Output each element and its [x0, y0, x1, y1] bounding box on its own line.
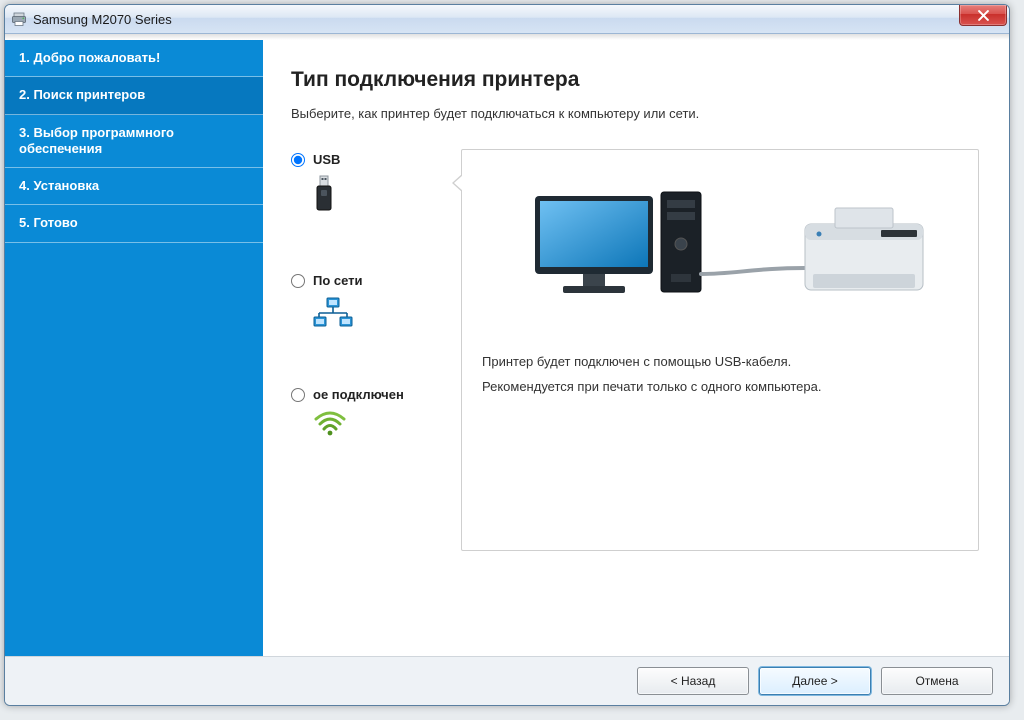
- sidebar-item-search[interactable]: 2. Поиск принтеров: [5, 77, 263, 114]
- window-title: Samsung M2070 Series: [33, 12, 172, 27]
- sidebar-item-label: 2. Поиск принтеров: [19, 87, 145, 102]
- window-controls: [959, 5, 1007, 25]
- preview-line-1: Принтер будет подключен с помощью USB-ка…: [482, 354, 958, 369]
- cancel-button[interactable]: Отмена: [881, 667, 993, 695]
- options-column: USB: [291, 149, 461, 441]
- sidebar: 1. Добро пожаловать! 2. Поиск принтеров …: [5, 40, 263, 656]
- wifi-icon: [313, 410, 347, 441]
- body: 1. Добро пожаловать! 2. Поиск принтеров …: [5, 40, 1009, 656]
- back-button[interactable]: < Назад: [637, 667, 749, 695]
- radio-network[interactable]: [291, 274, 305, 288]
- sidebar-item-label: 4. Установка: [19, 178, 99, 193]
- radio-usb[interactable]: [291, 153, 305, 167]
- titlebar: Samsung M2070 Series: [5, 5, 1009, 34]
- preview-line-2: Рекомендуется при печати только с одного…: [482, 379, 958, 394]
- sidebar-item-software[interactable]: 3. Выбор программного обеспечения: [5, 115, 263, 169]
- network-icon: [313, 297, 353, 332]
- connection-diagram: [482, 168, 958, 328]
- radio-wireless[interactable]: [291, 388, 305, 402]
- option-usb[interactable]: USB: [291, 153, 461, 218]
- preview-description: Принтер будет подключен с помощью USB-ка…: [482, 344, 958, 404]
- option-network-label: По сети: [313, 274, 363, 288]
- sidebar-item-welcome[interactable]: 1. Добро пожаловать!: [5, 40, 263, 77]
- printer-icon: [11, 11, 27, 27]
- option-usb-label: USB: [313, 153, 340, 167]
- options-row: USB: [291, 149, 979, 551]
- option-network[interactable]: По сети: [291, 274, 461, 331]
- content: Тип подключения принтера Выберите, как п…: [263, 40, 1009, 656]
- usb-stick-icon: [313, 175, 335, 218]
- close-button[interactable]: [959, 5, 1007, 26]
- option-wireless-label: ое подключен: [313, 388, 404, 402]
- sidebar-item-install[interactable]: 4. Установка: [5, 168, 263, 205]
- installer-window: Samsung M2070 Series 1. Добро пожаловать…: [4, 4, 1010, 706]
- preview-panel: Принтер будет подключен с помощью USB-ка…: [461, 149, 979, 551]
- footer: < Назад Далее > Отмена: [5, 656, 1009, 705]
- next-button[interactable]: Далее >: [759, 667, 871, 695]
- page-title: Тип подключения принтера: [291, 68, 979, 92]
- sidebar-item-label: 3. Выбор программного обеспечения: [19, 125, 174, 156]
- sidebar-item-done[interactable]: 5. Готово: [5, 205, 263, 242]
- sidebar-item-label: 1. Добро пожаловать!: [19, 50, 160, 65]
- page-subtitle: Выберите, как принтер будет подключаться…: [291, 106, 979, 121]
- option-wireless[interactable]: ое подключен: [291, 388, 461, 441]
- sidebar-item-label: 5. Готово: [19, 215, 78, 230]
